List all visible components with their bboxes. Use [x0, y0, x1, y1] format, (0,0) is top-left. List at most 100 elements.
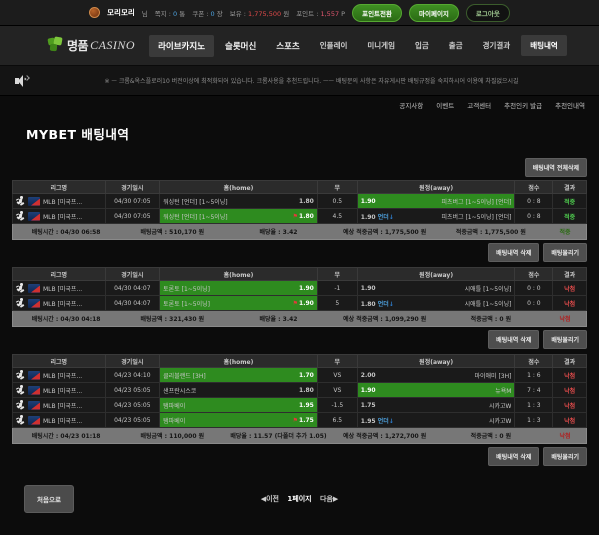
result-badge: 적중 [564, 198, 576, 206]
cell-home-pick[interactable]: 토론토 [1~5이닝] 1.90 [159, 280, 318, 296]
subnav-item-event[interactable]: 이벤트 [436, 100, 454, 110]
bet-table: 리그명 경기일시 홈(home) 무 원정(away) 점수 결과 MLB [미국프... 04… [12, 267, 587, 311]
nav-item-minigame[interactable]: 미니게임 [358, 35, 404, 56]
cell-away-pick[interactable]: 시카고W 1.75 [356, 397, 516, 413]
cell-handicap: -1.5 [316, 397, 358, 413]
cell-away-pick[interactable]: 뉴욕M 1.90 [356, 382, 516, 398]
cell-home-pick[interactable]: 토론토 [1~5이닝] ⚑1.90 [159, 295, 318, 311]
delete-history-button[interactable]: 배팅내역 삭제 [488, 330, 540, 349]
notice-text: ※ ㅡ 크롬&옥스플로러10 버전이상에 최적화되어 있습니다. 크롬사용을 추… [104, 78, 519, 85]
page-title: MYBET 배팅내역 [26, 127, 130, 142]
site-header: 명품 CASINO 라이브카지노 슬롯머신 스포츠 인플레이 미니게임 입금 출… [0, 26, 599, 66]
under-label: 언더 [377, 213, 389, 221]
subnav-item-support[interactable]: 고객센터 [467, 100, 491, 110]
table-row[interactable]: MLB [미국프... 04/30 04:07 토론토 [1~5이닝] ⚑1.90 5 시… [12, 295, 587, 311]
logo-text-ko: 명품 [67, 39, 89, 53]
table-row[interactable]: MLB [미국프... 04/23 05:05 탬파베이 ⚑1.75 6.5 시카고W 1.… [12, 412, 587, 428]
header-score: 점수 [514, 354, 554, 368]
table-row[interactable]: MLB [미국프... 04/23 04:10 클리블랜드 [3H] 1.70 VS 마이… [12, 367, 587, 383]
cell-away-pick[interactable]: 시애틀 [1~5이닝] 1.90 [356, 280, 516, 296]
nav-item-results[interactable]: 경기결과 [474, 35, 520, 56]
nav-item-slot[interactable]: 슬롯머신 [216, 35, 265, 57]
away-odds: 1.90 [360, 197, 376, 205]
bet-summary-bar: 배팅시간 : 04/30 06:58 배팅금액 : 510,170 원 배당율 : … [12, 224, 587, 240]
league-flag-icon [28, 283, 40, 293]
away-team-name: 마이애미 [3H] [474, 372, 512, 380]
header-result: 결과 [552, 180, 587, 194]
home-odds: 1.80 [299, 197, 314, 205]
cell-result: 낙첨 [552, 412, 587, 428]
nav-item-betting-history[interactable]: 배팅내역 [521, 35, 567, 56]
mypage-button[interactable]: 마이페이지 [409, 3, 459, 22]
cell-home-pick[interactable]: 탬파베이 1.95 [159, 397, 318, 413]
table-row[interactable]: MLB [미국프... 04/30 07:05 워싱턴 [언더] [1~5이닝] 1.… [12, 193, 587, 209]
cell-league: MLB [미국프... [12, 280, 106, 296]
cell-home-pick[interactable]: 워싱턴 [언더] [1~5이닝] 1.80 [159, 193, 318, 209]
cell-home-pick[interactable]: 탬파베이 ⚑1.75 [159, 412, 318, 428]
table-row[interactable]: MLB [미국프... 04/23 05:05 샌프란시스코 1.80 VS 뉴욕M 1.9… [12, 382, 587, 398]
subnav-item-notice[interactable]: 공지사항 [399, 100, 423, 110]
arrow-down-icon: ↓ [388, 300, 394, 308]
cell-match-date: 04/23 04:10 [104, 367, 161, 383]
header-result: 결과 [552, 354, 587, 368]
pager-current: 1페이지 [287, 495, 312, 503]
point-exchange-button[interactable]: 포인트전환 [352, 3, 402, 22]
cell-away-pick[interactable]: 피츠버그 [1~5이닝] [언더] 1.90 [356, 193, 516, 209]
cell-away-pick[interactable]: 시애틀 [1~5이닝] 1.80 언더↓ [356, 295, 516, 311]
summary-rate: 배당율 : 3.42 [259, 316, 298, 323]
summary-time: 배팅시간 : 04/23 01:18 [31, 433, 101, 440]
cell-match-date: 04/30 04:07 [104, 280, 161, 296]
table-row[interactable]: MLB [미국프... 04/23 05:05 탬파베이 1.95 -1.5 시카고W 1.… [12, 397, 587, 413]
cell-home-pick[interactable]: 워싱턴 [언더] [1~5이닝] ⚑1.80 [159, 208, 318, 224]
cell-away-pick[interactable]: 피츠버그 [1~5이닝] [언더] 1.90 언더↓ [356, 208, 516, 224]
cell-score: 0 : 8 [514, 208, 554, 224]
away-odds: 2.00 [360, 371, 376, 379]
league-flag-icon [28, 385, 40, 395]
cancel-bet-button[interactable]: 배팅물리기 [543, 243, 587, 262]
delete-history-button[interactable]: 배팅내역 삭제 [488, 447, 540, 466]
league-name: MLB [미국프... [43, 198, 83, 206]
cancel-bet-button[interactable]: 배팅물리기 [543, 447, 587, 466]
nav-item-sports[interactable]: 스포츠 [267, 35, 308, 57]
table-row[interactable]: MLB [미국프... 04/30 04:07 토론토 [1~5이닝] 1.90 -1 시… [12, 280, 587, 296]
summary-status: 낙첨 [559, 316, 571, 323]
subnav-item-referral-key[interactable]: 추천인키 발급 [504, 100, 542, 110]
cell-home-pick[interactable]: 샌프란시스코 1.80 [159, 382, 318, 398]
subnav-item-referral-history[interactable]: 추천인내역 [555, 100, 585, 110]
balance: 보유 : 1,775,500 원 [230, 8, 289, 18]
bet-summary-bar: 배팅시간 : 04/23 01:18 배팅금액 : 110,000 원 배당율 : … [12, 428, 587, 444]
bet-card: 리그명 경기일시 홈(home) 무 원정(away) 점수 결과 MLB [미국프... 04… [12, 354, 587, 469]
cancel-bet-button[interactable]: 배팅물리기 [543, 330, 587, 349]
away-odds: 1.90 언더↓ [360, 213, 394, 221]
nav-item-deposit[interactable]: 입금 [406, 35, 438, 56]
header-league: 리그명 [12, 267, 106, 281]
table-header-row: 리그명 경기일시 홈(home) 무 원정(away) 점수 결과 [12, 267, 587, 281]
delete-history-button[interactable]: 배팅내역 삭제 [488, 243, 540, 262]
nav-item-withdraw[interactable]: 출금 [440, 35, 472, 56]
delete-all-history-button[interactable]: 배팅내역 전체삭제 [524, 158, 587, 177]
home-team-name: 토론토 [1~5이닝] [163, 300, 211, 308]
logout-button[interactable]: 로그아웃 [465, 3, 510, 22]
cell-away-pick[interactable]: 마이애미 [3H] 2.00 [356, 367, 516, 383]
cell-handicap: 5 [316, 295, 358, 311]
cell-away-pick[interactable]: 시카고W 1.95 언더↓ [356, 412, 516, 428]
nav-item-inplay[interactable]: 인플레이 [311, 35, 357, 56]
header-league: 리그명 [12, 354, 106, 368]
site-logo[interactable]: 명품 CASINO [47, 36, 135, 54]
coupon-count: 쿠폰 : 0 장 [192, 8, 223, 18]
pager-prev[interactable]: ◀이전 [261, 495, 279, 503]
pager-next[interactable]: 다음▶ [320, 495, 338, 503]
clover-logo-icon [47, 36, 65, 54]
under-label: 언더 [377, 300, 389, 308]
summary-time: 배팅시간 : 04/30 04:18 [31, 316, 101, 323]
nav-item-live-casino[interactable]: 라이브카지노 [149, 34, 215, 57]
cell-home-pick[interactable]: 클리블랜드 [3H] 1.70 [159, 367, 318, 383]
message-count: 쪽지 : 0 통 [155, 8, 186, 18]
league-flag-icon [28, 400, 40, 410]
pin-icon: ⚑ [292, 212, 299, 220]
cell-match-date: 04/30 07:05 [104, 208, 161, 224]
table-row[interactable]: MLB [미국프... 04/30 07:05 워싱턴 [언더] [1~5이닝] ⚑1… [12, 208, 587, 224]
home-team-name: 클리블랜드 [3H] [163, 372, 206, 380]
message-value: 0 [173, 9, 178, 18]
cell-result: 낙첨 [552, 397, 587, 413]
